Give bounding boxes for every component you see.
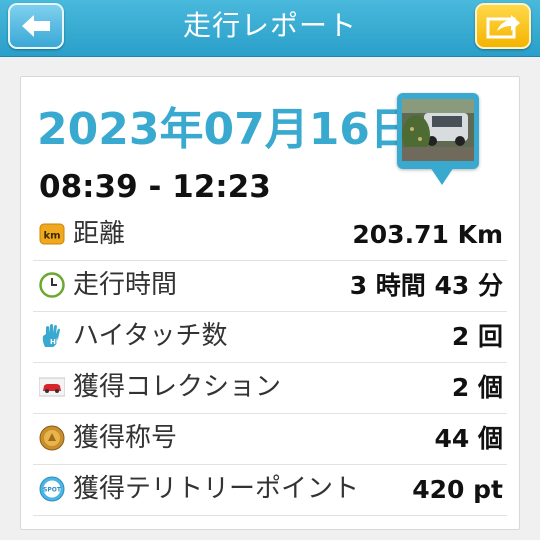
stat-value: 420 pt [412,475,503,504]
stat-label: ハイタッチ数 [73,321,228,351]
stat-value: 203.71 Km [352,220,503,249]
stat-value: 2 個 [451,373,503,402]
stat-row-territory-points: SPOT 獲得テリトリーポイント 420 pt [33,464,507,516]
location-photo-pin[interactable] [397,93,479,169]
stat-row-titles: 獲得称号 44 個 [33,413,507,465]
photo-pin-pointer [430,167,454,185]
car-photo-thumbnail [402,99,474,161]
page-title: 走行レポート [182,9,357,42]
medal-icon [39,425,65,451]
stat-row-drive-time: 走行時間 3 時間 43 分 [33,260,507,312]
report-date: 2023年07月16日 [37,104,414,155]
stat-label: 獲得コレクション [73,372,282,402]
spot-icon: SPOT [39,476,65,502]
hi-five-hand-icon: Hi [42,324,60,347]
car-collection-icon [39,377,65,397]
stat-row-high-touch: Hi ハイタッチ数 2 回 [33,311,507,363]
report-card: 2023年07月16日 08:39 - 12:23 km 距離 203.71 K… [20,76,520,530]
stat-value: 3 時間 43 分 [349,271,503,300]
km-icon: km [39,223,65,245]
stat-row-collections: 獲得コレクション 2 個 [33,362,507,414]
app-header: 走行レポート [0,0,540,57]
stat-row-distance: km 距離 203.71 Km [33,209,507,261]
svg-text:SPOT: SPOT [43,487,62,494]
svg-text:Hi: Hi [50,338,58,346]
stat-label: 獲得称号 [73,423,178,453]
stat-label: 走行時間 [73,270,178,300]
stat-label: 獲得テリトリーポイント [73,474,360,504]
stat-label: 距離 [73,219,126,249]
stat-value: 44 個 [434,424,504,453]
share-button[interactable] [475,3,531,49]
stat-value: 2 回 [451,322,503,351]
share-export-icon [486,15,520,39]
clock-icon [39,272,65,298]
svg-text:km: km [43,231,60,242]
report-time-range: 08:39 - 12:23 [39,169,271,205]
